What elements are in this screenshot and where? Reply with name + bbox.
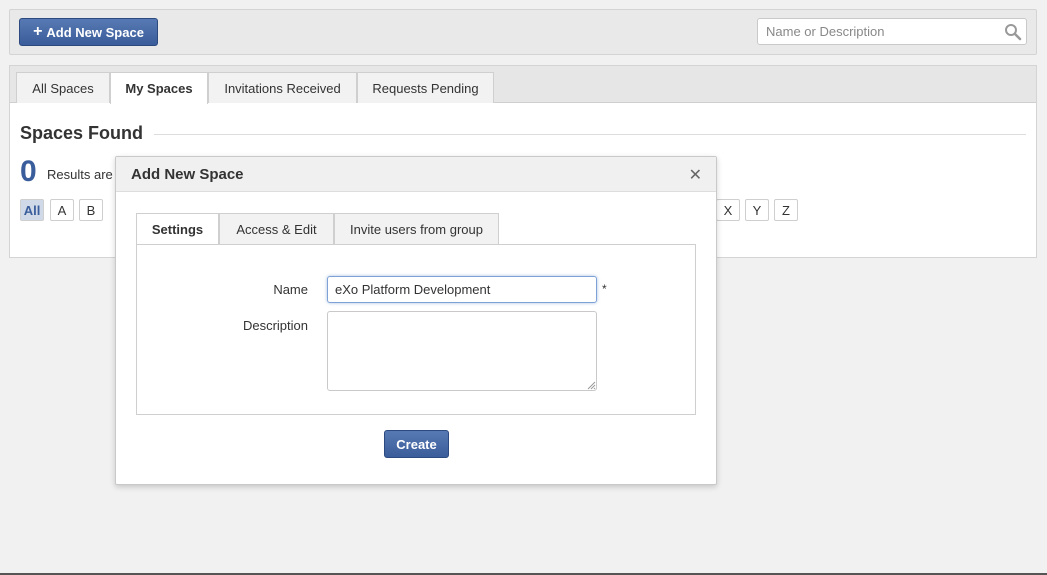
tab-settings[interactable]: Settings (136, 213, 219, 245)
results-count: 0 (20, 155, 37, 188)
description-field[interactable] (327, 311, 597, 391)
letter-filter-z[interactable]: Z (774, 199, 798, 221)
name-field[interactable] (327, 276, 597, 303)
section-divider (154, 134, 1026, 135)
spaces-tabbar: All Spaces My Spaces Invitations Receive… (10, 66, 1036, 104)
search-icon[interactable] (1004, 23, 1022, 41)
letter-filter-a[interactable]: A (50, 199, 74, 221)
letter-filter-b[interactable]: B (79, 199, 103, 221)
dialog-header: Add New Space ✕ (116, 157, 716, 192)
tab-all-spaces[interactable]: All Spaces (16, 72, 110, 103)
tab-my-spaces[interactable]: My Spaces (110, 72, 208, 104)
results-text: Results are (47, 167, 113, 182)
add-new-space-button[interactable]: + Add New Space (19, 18, 158, 46)
close-icon[interactable]: ✕ (689, 165, 702, 185)
dialog-title: Add New Space (131, 166, 244, 183)
section-title: Spaces Found (20, 123, 144, 143)
letter-filter-x[interactable]: X (716, 199, 740, 221)
resize-grip-icon[interactable] (586, 380, 596, 390)
add-new-space-label: Add New Space (46, 24, 144, 40)
search-box (757, 18, 1027, 45)
description-label: Description (242, 318, 308, 333)
tab-access-edit[interactable]: Access & Edit (219, 213, 334, 244)
create-button[interactable]: Create (384, 430, 449, 458)
plus-icon: + (33, 23, 43, 40)
name-label: Name (273, 282, 308, 297)
top-toolbar: + Add New Space (9, 9, 1037, 55)
letter-filter-all[interactable]: All (20, 199, 44, 221)
letter-filter-y[interactable]: Y (745, 199, 769, 221)
add-new-space-dialog: Add New Space ✕ Settings Access & Edit I… (115, 156, 717, 485)
tab-invitations-received[interactable]: Invitations Received (208, 72, 357, 103)
tab-requests-pending[interactable]: Requests Pending (357, 72, 494, 103)
tab-invite-users-from-group[interactable]: Invite users from group (334, 213, 499, 244)
search-input[interactable] (758, 19, 993, 44)
required-marker: * (602, 282, 607, 296)
